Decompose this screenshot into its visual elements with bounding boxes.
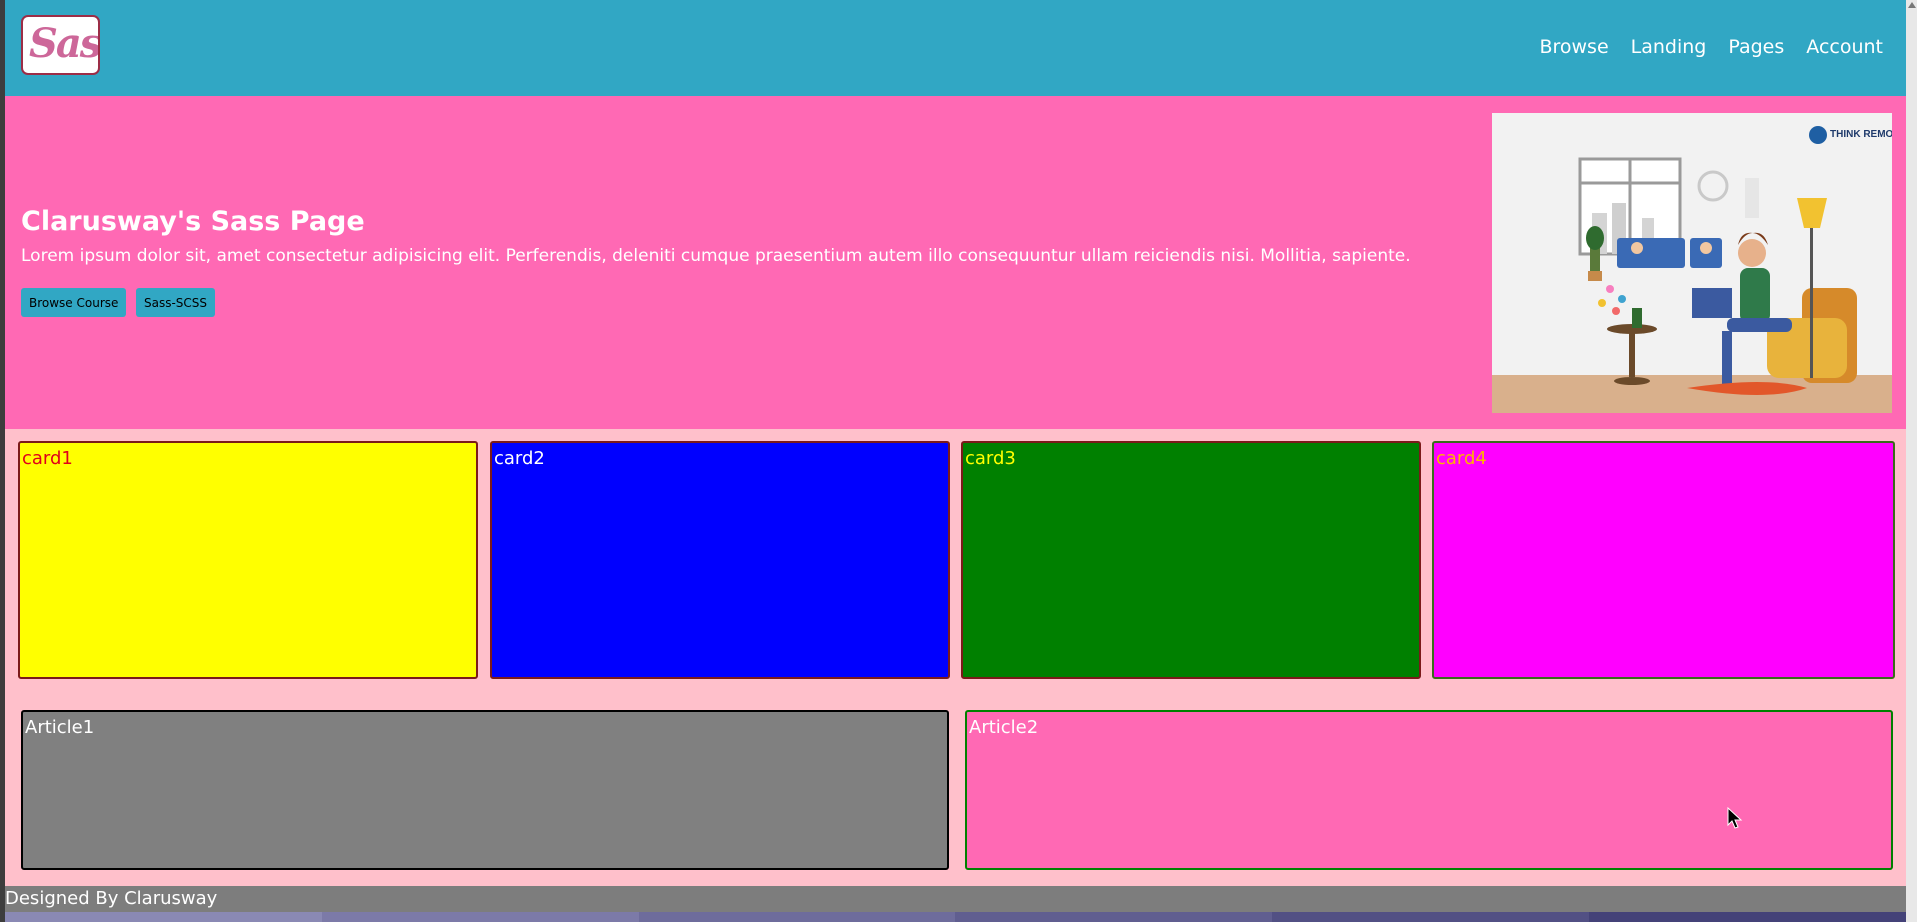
nav-link-browse[interactable]: Browse — [1539, 36, 1608, 58]
footer-text: Designed By Clarusway — [5, 888, 218, 909]
nav-link-landing[interactable]: Landing — [1631, 36, 1707, 58]
footer: Designed By Clarusway — [5, 886, 1906, 912]
browse-course-button[interactable]: Browse Course — [21, 288, 127, 317]
nav-link-account[interactable]: Account — [1806, 36, 1883, 58]
card-2-label: card2 — [494, 448, 545, 469]
taskbar-segment — [321, 912, 639, 922]
taskbar-segment — [955, 912, 1273, 922]
remote-work-illustration: THINK REMOTE — [1492, 113, 1892, 413]
mouse-pointer-icon — [1727, 807, 1743, 829]
navbar: Sass Browse Landing Pages Account — [5, 0, 1906, 96]
hero-section: Clarusway's Sass Page Lorem ipsum dolor … — [5, 96, 1906, 429]
card-4-label: card4 — [1436, 448, 1487, 469]
vertical-scrollbar[interactable] — [1906, 0, 1917, 922]
card-4: card4 — [1432, 441, 1895, 679]
page-title: Clarusway's Sass Page — [21, 206, 365, 237]
card-2: card2 — [490, 441, 950, 679]
nav-links: Browse Landing Pages Account — [1539, 36, 1883, 58]
sass-scss-button[interactable]: Sass-SCSS — [136, 288, 216, 317]
card-3: card3 — [961, 441, 1421, 679]
taskbar-segment — [638, 912, 956, 922]
nav-link-pages[interactable]: Pages — [1728, 36, 1784, 58]
taskbar-segment — [5, 912, 322, 922]
sass-logo-text: Sass — [29, 20, 100, 67]
taskbar-segment — [1589, 912, 1906, 922]
hero-description: Lorem ipsum dolor sit, amet consectetur … — [21, 246, 1411, 266]
taskbar-segment — [1272, 912, 1590, 922]
card-1-label: card1 — [22, 448, 73, 469]
scroll-up-arrow-icon[interactable] — [1908, 2, 1916, 8]
article-1: Article1 — [21, 710, 949, 870]
think-remote-logo: THINK REMOTE — [1830, 129, 1892, 140]
taskbar-strip — [5, 912, 1906, 922]
article-2: Article2 — [965, 710, 1893, 870]
article-2-label: Article2 — [969, 717, 1039, 738]
card-3-label: card3 — [965, 448, 1016, 469]
card-1: card1 — [18, 441, 478, 679]
article-1-label: Article1 — [25, 717, 95, 738]
sass-logo[interactable]: Sass — [21, 15, 100, 75]
